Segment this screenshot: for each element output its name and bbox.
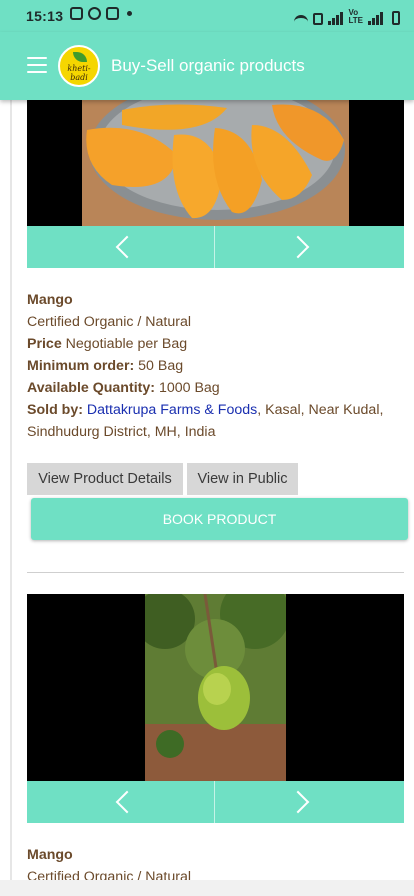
product-card: Mango Certified Organic / Natural	[27, 594, 404, 885]
volte-icon: Vo LTE	[348, 8, 363, 25]
kheti-badi-logo: kheti-badi	[58, 45, 100, 87]
carousel-prev-button[interactable]	[27, 781, 215, 823]
product-location: Sindhudurg District, MH, India	[27, 424, 216, 440]
chevron-left-icon	[115, 790, 139, 814]
mango-on-tree-image	[135, 594, 290, 781]
view-product-details-button[interactable]: View Product Details	[27, 463, 183, 495]
product-divider	[27, 572, 404, 573]
system-navigation-bar	[0, 880, 414, 896]
chevron-right-icon	[286, 790, 310, 814]
wifi-icon	[294, 15, 309, 25]
status-right-icons: Vo LTE	[294, 9, 400, 25]
product-card: Mango Certified Organic / Natural Price …	[27, 100, 408, 545]
image-carousel-controls	[27, 226, 404, 268]
seller-link[interactable]: Dattakrupa Farms & Foods	[87, 402, 257, 418]
product-name: Mango	[27, 847, 73, 863]
dot-icon	[127, 11, 132, 16]
carousel-next-button[interactable]	[216, 226, 404, 268]
product-info: Mango Certified Organic / Natural Price …	[27, 289, 404, 443]
product-media	[27, 594, 404, 781]
whatsapp-icon	[88, 7, 101, 20]
leaf-icon	[73, 52, 87, 62]
image-carousel-controls	[27, 781, 404, 823]
status-left-icons	[70, 7, 132, 20]
call-icon	[313, 13, 324, 25]
status-time: 15:13	[26, 8, 64, 24]
chevron-left-icon	[115, 235, 139, 259]
view-in-public-button[interactable]: View in Public	[187, 463, 298, 495]
chevron-right-icon	[286, 235, 310, 259]
product-photo-mango-tree[interactable]	[135, 594, 290, 781]
product-actions: View Product Details View in Public	[27, 463, 298, 495]
product-price: Price Negotiable per Bag	[27, 336, 188, 352]
book-product-button[interactable]: BOOK PRODUCT	[31, 498, 408, 540]
signal-icon	[328, 12, 344, 25]
gallery-icon	[70, 7, 83, 20]
battery-icon	[392, 11, 400, 25]
product-available-quantity: Available Quantity: 1000 Bag	[27, 380, 220, 396]
carousel-next-button[interactable]	[216, 781, 404, 823]
product-min-order: Minimum order: 50 Bag	[27, 358, 184, 374]
app-title: Buy-Sell organic products	[111, 56, 305, 75]
gmail-icon	[106, 7, 119, 20]
logo-text: kheti-badi	[67, 64, 91, 82]
product-photo-mango-slices[interactable]	[82, 100, 349, 226]
product-certification: Certified Organic / Natural	[27, 314, 192, 330]
content-rail	[10, 100, 12, 896]
product-seller: Sold by: Dattakrupa Farms & Foods, Kasal…	[27, 402, 384, 418]
product-media	[27, 100, 404, 226]
app-bar: kheti-badi Buy-Sell organic products	[0, 32, 414, 100]
hamburger-menu-icon[interactable]	[27, 57, 47, 73]
signal-icon	[368, 12, 383, 25]
status-bar: 15:13 Vo LTE	[0, 0, 414, 32]
product-name: Mango	[27, 292, 73, 308]
carousel-prev-button[interactable]	[27, 226, 215, 268]
mango-slices-image	[86, 100, 345, 220]
